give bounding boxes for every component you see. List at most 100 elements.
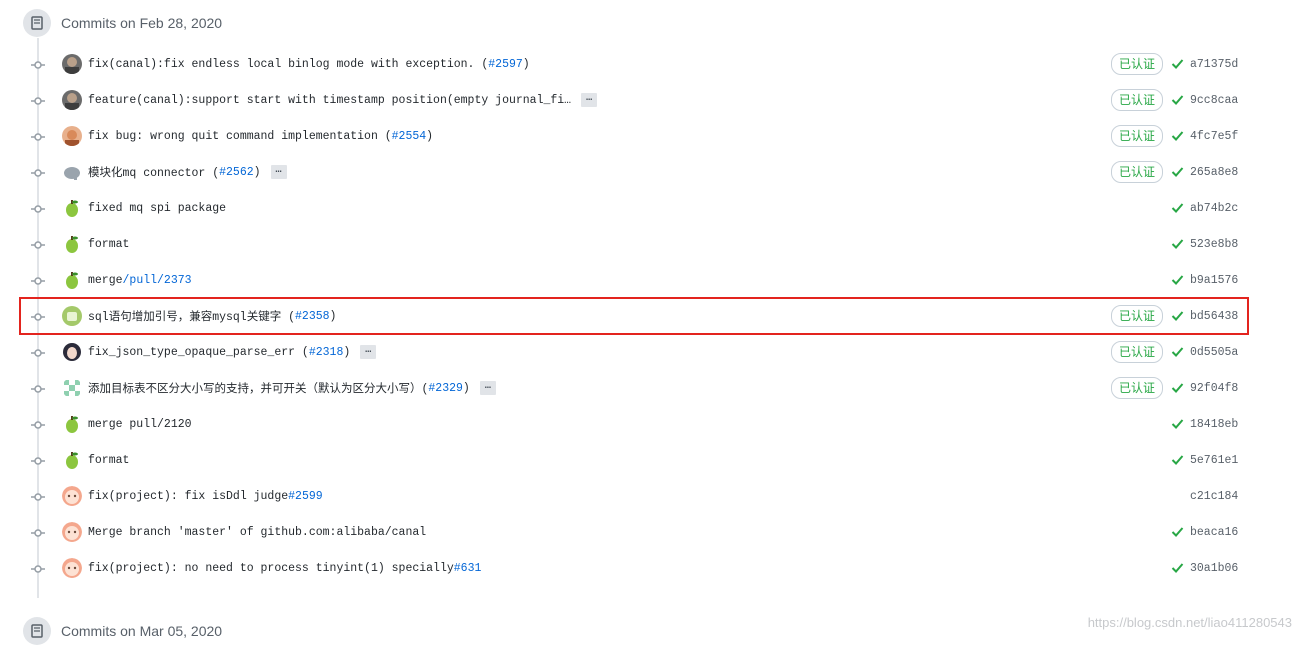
author-avatar[interactable] [62,198,82,218]
commit-sha[interactable]: ab74b2c [1190,190,1238,226]
author-avatar[interactable] [62,126,82,146]
check-icon[interactable] [1171,525,1184,538]
commit-message-text[interactable]: feature(canal):support start with timest… [88,94,571,107]
verified-badge[interactable]: 已认证 [1111,53,1164,75]
check-icon[interactable] [1171,57,1184,70]
commit-sha[interactable]: beaca16 [1190,514,1238,550]
commit-row: fix(project): no need to process tinyint… [20,550,1250,586]
verified-badge[interactable]: 已认证 [1111,341,1164,363]
commit-pr-link[interactable]: #2599 [288,490,323,503]
author-avatar[interactable] [62,486,82,506]
check-icon[interactable] [1171,453,1184,466]
commit-pr-link[interactable]: /pull/2373 [123,274,192,287]
commit-sha[interactable]: 0d5505a [1190,334,1238,370]
commit-message[interactable]: fix bug: wrong quit command implementati… [88,118,433,154]
commit-message[interactable]: 模块化mq connector (#2562) … [88,154,287,190]
watermark: https://blog.csdn.net/liao411280543 [1087,615,1292,630]
commit-sha[interactable]: 265a8e8 [1190,154,1238,190]
verified-badge[interactable]: 已认证 [1111,377,1164,399]
commit-message-text[interactable]: fix(project): fix isDdl judge [88,490,288,503]
check-icon[interactable] [1171,381,1184,394]
commit-message[interactable]: fix(canal):fix endless local binlog mode… [88,46,530,82]
check-icon[interactable] [1171,345,1184,358]
commit-row: merge /pull/2373 b9a1576 [20,262,1250,298]
commit-message[interactable]: format [88,442,129,478]
expand-message-button[interactable]: … [360,345,377,359]
commit-sha[interactable]: 523e8b8 [1190,226,1238,262]
commit-sha[interactable]: 5e761e1 [1190,442,1238,478]
commit-message[interactable]: Merge branch 'master' of github.com:alib… [88,514,426,550]
commit-row: fix(project): fix isDdl judge #2599 c21c1… [20,478,1250,514]
commit-message[interactable]: merge pull/2120 [88,406,192,442]
commit-message[interactable]: fix_json_type_opaque_parse_err (#2318)… [88,334,377,370]
commit-row: 添加目标表不区分大小写的支持，并可开关（默认为区分大小写）(#2329) … 已认证… [20,370,1250,406]
check-icon[interactable] [1171,165,1184,178]
commit-message-tail: ) [462,381,470,395]
commit-sha[interactable]: 4fc7e5f [1190,118,1238,154]
commit-message[interactable]: fix(project): fix isDdl judge #2599 [88,478,323,514]
author-avatar[interactable] [62,54,82,74]
commit-message-text[interactable]: format [88,238,129,251]
verified-badge[interactable]: 已认证 [1111,161,1164,183]
commit-node-icon [31,490,45,502]
check-icon[interactable] [1171,417,1184,430]
commit-sha[interactable]: c21c184 [1190,478,1238,514]
commit-sha[interactable]: 92f04f8 [1190,370,1238,406]
commit-message-text[interactable]: merge pull/2120 [88,418,192,431]
commit-message[interactable]: 添加目标表不区分大小写的支持，并可开关（默认为区分大小写）(#2329) … [88,370,496,406]
commit-pr-link[interactable]: #2554 [392,130,427,143]
commit-message-text[interactable]: fix bug: wrong quit command implementati… [88,130,392,143]
author-avatar[interactable] [62,234,82,254]
commit-sha[interactable]: b9a1576 [1190,262,1238,298]
author-avatar[interactable] [62,162,82,182]
commit-pr-link[interactable]: #631 [454,562,482,575]
commit-message[interactable]: format [88,226,129,262]
commit-message-tail: ) [253,165,261,179]
expand-message-button[interactable]: … [479,381,496,395]
commit-sha[interactable]: a71375d [1190,46,1238,82]
commit-message-text[interactable]: 模块化mq connector ( [88,164,219,180]
commit-pr-link[interactable]: #2318 [309,346,344,359]
check-icon[interactable] [1171,237,1184,250]
commit-sha[interactable]: 30a1b06 [1190,550,1238,586]
author-avatar[interactable] [62,414,82,434]
check-icon[interactable] [1171,129,1184,142]
commit-message[interactable]: fixed mq spi package [88,190,226,226]
commit-message[interactable]: fix(project): no need to process tinyint… [88,550,481,586]
commit-pr-link[interactable]: #2597 [488,58,523,71]
commit-message[interactable]: merge /pull/2373 [88,262,192,298]
check-icon[interactable] [1171,561,1184,574]
commit-message-text[interactable]: fix(canal):fix endless local binlog mode… [88,58,488,71]
commit-pr-link[interactable]: #2562 [219,166,254,179]
author-avatar[interactable] [62,558,82,578]
commit-message-text[interactable]: fixed mq spi package [88,202,226,215]
expand-message-button[interactable]: … [581,93,598,107]
author-avatar[interactable] [62,90,82,110]
commit-pr-link[interactable]: #2329 [428,382,463,395]
commit-message[interactable]: feature(canal):support start with timest… [88,82,598,118]
author-avatar[interactable] [62,378,82,398]
commit-message-text[interactable]: fix(project): no need to process tinyint… [88,562,454,575]
author-avatar[interactable] [62,342,82,362]
author-avatar[interactable] [62,522,82,542]
commit-message-text[interactable]: Merge branch 'master' of github.com:alib… [88,526,426,539]
verified-badge[interactable]: 已认证 [1111,89,1164,111]
verified-badge[interactable]: 已认证 [1111,125,1164,147]
commit-message-text[interactable]: merge [88,274,123,287]
check-icon[interactable] [1171,273,1184,286]
commit-row: fix(canal):fix endless local binlog mode… [20,46,1250,82]
commit-message-text[interactable]: 添加目标表不区分大小写的支持，并可开关（默认为区分大小写）( [88,380,428,396]
commit-sha[interactable]: 9cc8caa [1190,82,1238,118]
commit-row: format 5e761e1 [20,442,1250,478]
commit-node-icon [31,526,45,538]
commit-message-text[interactable]: format [88,454,129,467]
author-avatar[interactable] [62,270,82,290]
commit-sha[interactable]: 18418eb [1190,406,1238,442]
commit-message-text[interactable]: fix_json_type_opaque_parse_err ( [88,346,309,359]
commit-group-header: Commits on Mar 05, 2020 [23,616,222,646]
expand-message-button[interactable]: … [270,165,287,179]
commit-row: fixed mq spi package ab74b2c [20,190,1250,226]
check-icon[interactable] [1171,201,1184,214]
author-avatar[interactable] [62,450,82,470]
check-icon[interactable] [1171,93,1184,106]
